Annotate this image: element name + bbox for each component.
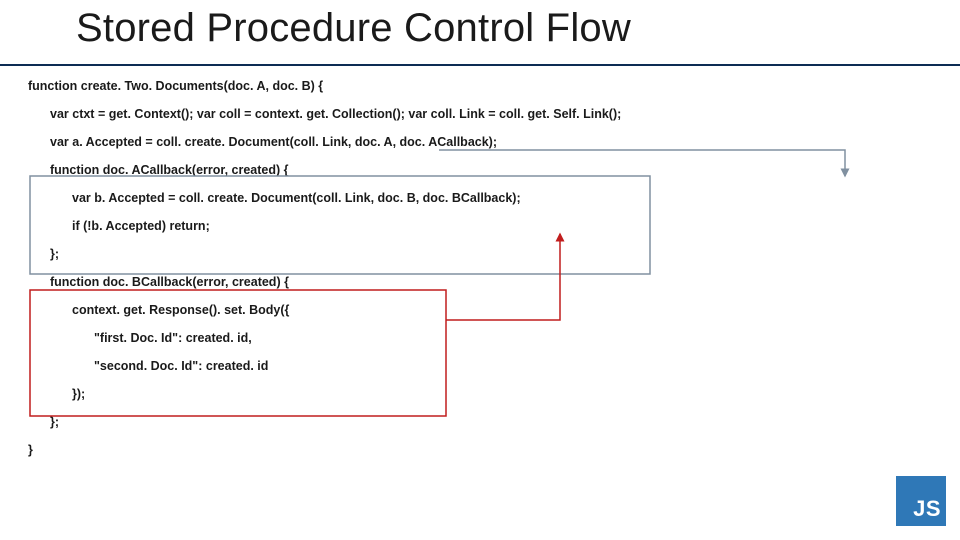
code-line: }); [28, 380, 928, 408]
js-logo-label: JS [913, 496, 941, 522]
code-line: if (!b. Accepted) return; [28, 212, 928, 240]
code-line: "first. Doc. Id": created. id, [28, 324, 928, 352]
code-block: function create. Two. Documents(doc. A, … [28, 72, 928, 464]
slide: Stored Procedure Control Flow function c… [0, 0, 960, 540]
js-logo-icon: JS [896, 476, 946, 526]
code-line: function doc. BCallback(error, created) … [28, 268, 928, 296]
code-line: var b. Accepted = coll. create. Document… [28, 184, 928, 212]
title-underline [0, 64, 960, 66]
code-line: }; [28, 240, 928, 268]
slide-title: Stored Procedure Control Flow [76, 6, 631, 51]
code-line: } [28, 436, 928, 464]
code-line: function create. Two. Documents(doc. A, … [28, 72, 928, 100]
code-line: function doc. ACallback(error, created) … [28, 156, 928, 184]
code-line: }; [28, 408, 928, 436]
code-line: var ctxt = get. Context(); var coll = co… [28, 100, 928, 128]
code-line: "second. Doc. Id": created. id [28, 352, 928, 380]
code-line: var a. Accepted = coll. create. Document… [28, 128, 928, 156]
code-line: context. get. Response(). set. Body({ [28, 296, 928, 324]
